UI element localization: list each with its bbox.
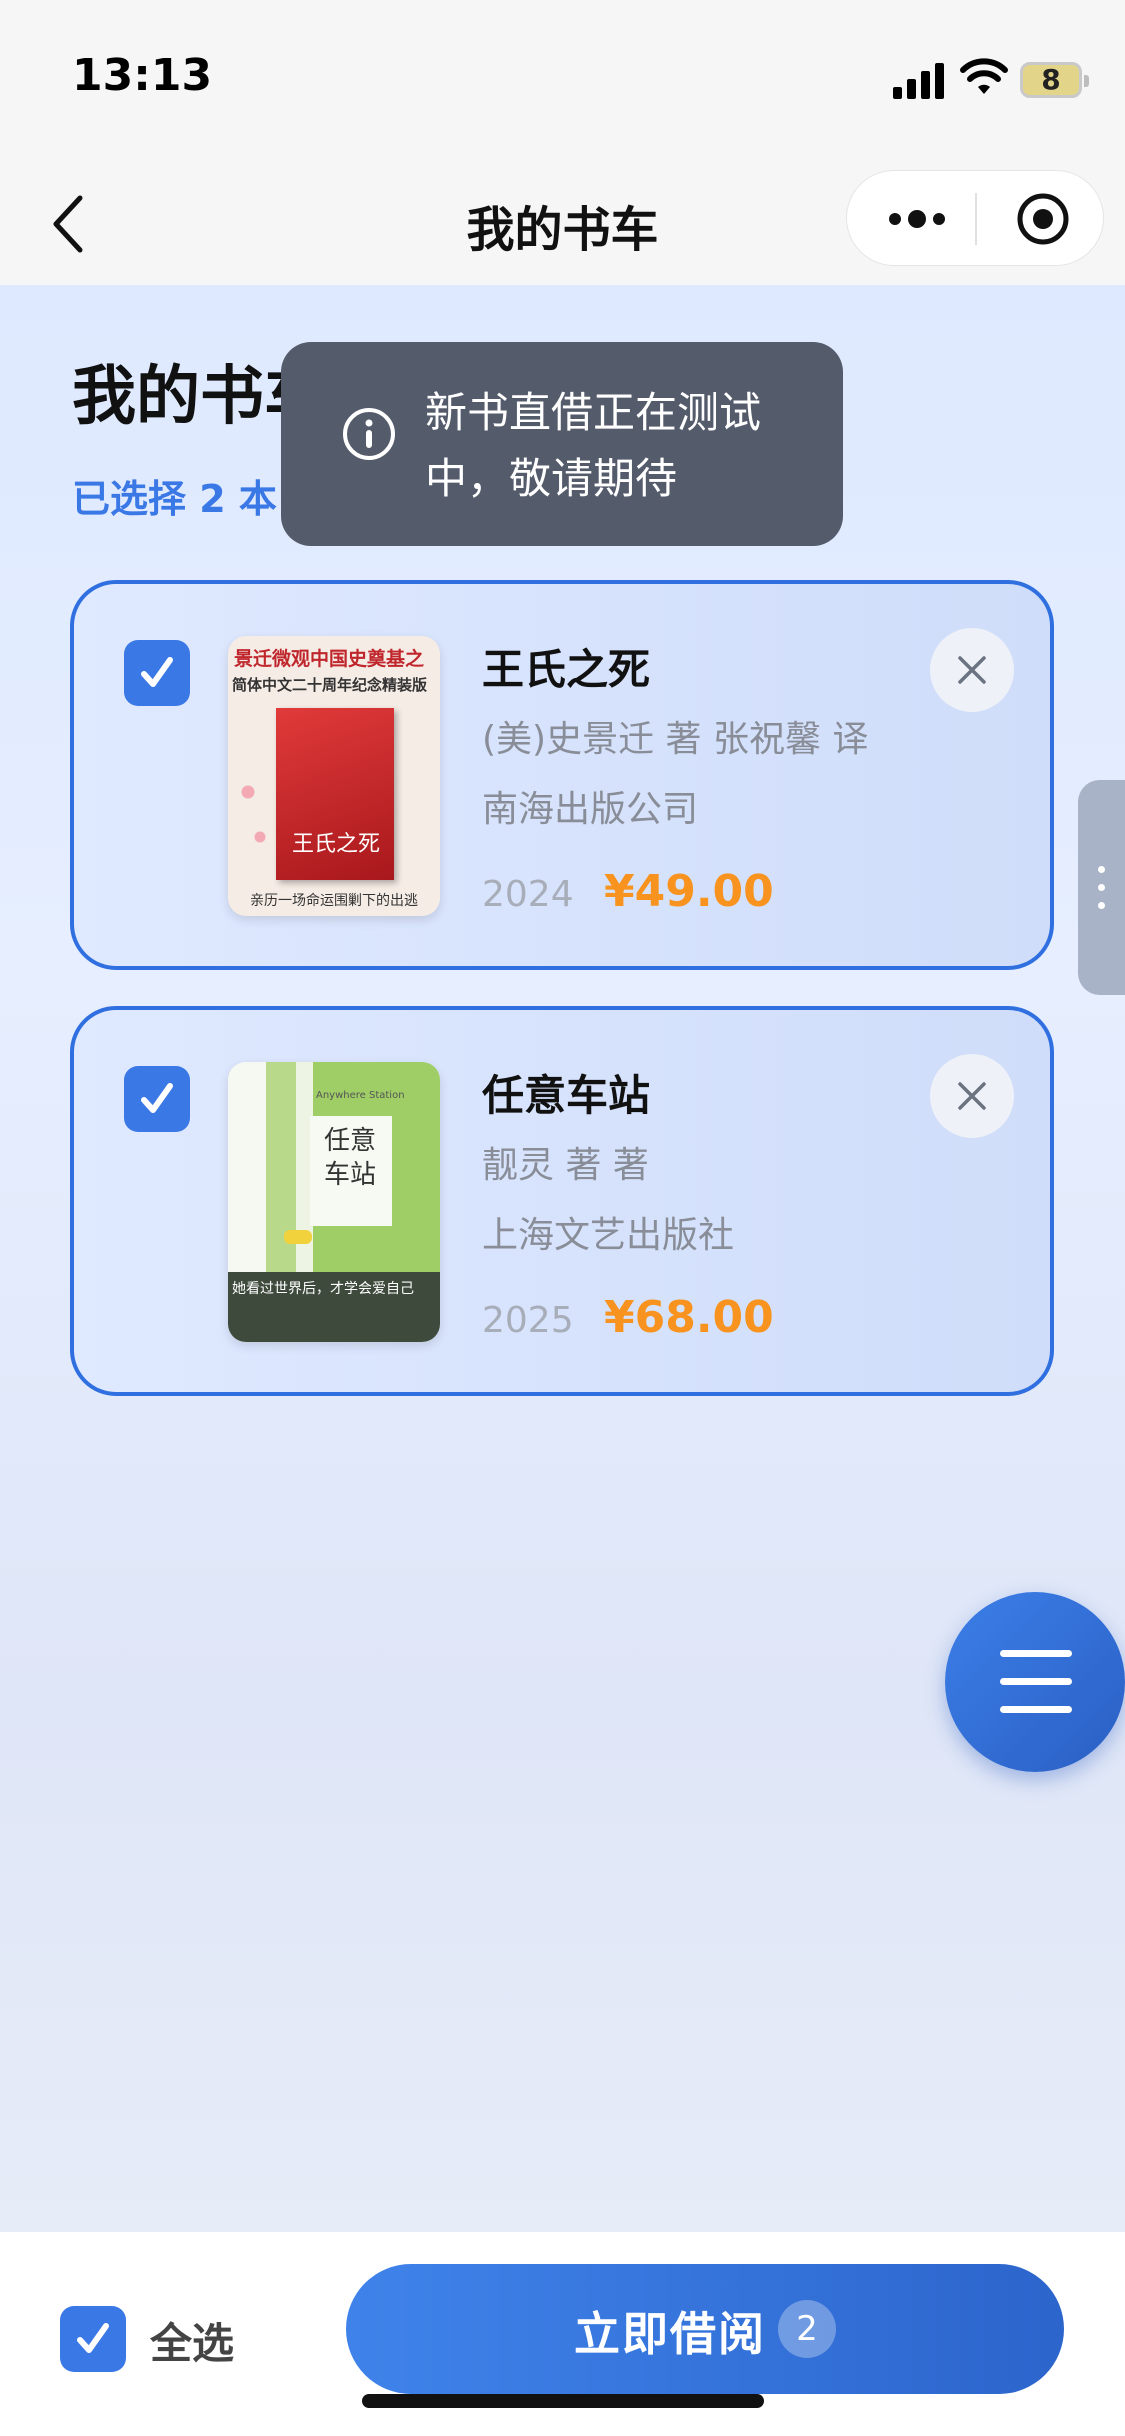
book-price: ¥49.00 [604, 866, 774, 917]
book-title: 任意车站 [482, 1071, 651, 1120]
status-bar: 13:13 8 [0, 0, 1125, 160]
status-time: 13:13 [72, 50, 213, 101]
borrow-now-button[interactable]: 立即借阅 2 [346, 2264, 1064, 2394]
book-cover: 任意车站 Anywhere Station 她看过世界后，才学会爱自己 [228, 1062, 440, 1342]
signal-icon [893, 63, 945, 99]
home-indicator [362, 2394, 764, 2408]
more-icon[interactable] [887, 205, 947, 233]
nav-bar: 我的书车 [0, 160, 1125, 285]
close-icon [958, 656, 986, 684]
book-publisher: 上海文艺出版社 [482, 1215, 735, 1256]
book-checkbox[interactable] [124, 640, 190, 706]
toast-text: 新书直借正在测试中，敬请期待 [425, 388, 762, 503]
selected-count: 已选择 2 本 [72, 477, 277, 521]
cover-line: 景迁微观中国史奠基之 [234, 648, 425, 670]
book-author: (美)史景迁 著 张祝馨 译 [482, 719, 869, 760]
check-icon [77, 2323, 109, 2353]
info-icon [343, 408, 395, 460]
close-icon [958, 1082, 986, 1110]
select-all-checkbox[interactable] [60, 2306, 126, 2372]
book-card[interactable]: 景迁微观中国史奠基之 简体中文二十周年纪念精装版 王氏之死 亲历一场命运围剿下的… [70, 580, 1054, 970]
book-card[interactable]: 任意车站 Anywhere Station 她看过世界后，才学会爱自己 任意车站… [70, 1006, 1054, 1396]
borrow-label: 立即借阅 [574, 2307, 766, 2361]
select-all-label[interactable]: 全选 [150, 2310, 234, 2371]
borrow-count-badge: 2 [778, 2300, 836, 2358]
mini-program-capsule [846, 170, 1104, 266]
book-price: ¥68.00 [604, 1292, 774, 1343]
side-drawer-handle[interactable] [1078, 780, 1125, 995]
capsule-divider [975, 193, 977, 245]
book-author: 靓灵 著 著 [482, 1145, 649, 1186]
wifi-icon [960, 58, 1008, 94]
toast: 新书直借正在测试中，敬请期待 [281, 342, 843, 546]
cover-name: 任意车站 [324, 1126, 377, 1190]
book-year: 2024 [482, 874, 574, 915]
cover-english-title: Anywhere Station [316, 1090, 405, 1101]
check-icon [141, 657, 173, 687]
book-year: 2025 [482, 1300, 574, 1341]
book-checkbox[interactable] [124, 1066, 190, 1132]
book-cover: 景迁微观中国史奠基之 简体中文二十周年纪念精装版 王氏之死 亲历一场命运围剿下的… [228, 636, 440, 916]
check-icon [141, 1083, 173, 1113]
close-mini-program-icon[interactable] [1015, 191, 1071, 247]
book-publisher: 南海出版公司 [482, 789, 699, 830]
cover-tagline: 亲历一场命运围剿下的出逃 [250, 893, 418, 909]
remove-button[interactable] [930, 628, 1014, 712]
remove-button[interactable] [930, 1054, 1014, 1138]
cover-tagline: 她看过世界后，才学会爱自己 [232, 1281, 414, 1297]
cover-name: 王氏之死 [292, 832, 381, 857]
battery-level: 8 [1041, 63, 1061, 96]
cover-subline: 简体中文二十周年纪念精装版 [232, 676, 428, 694]
battery-icon: 8 [1020, 62, 1089, 98]
menu-button[interactable] [945, 1592, 1125, 1772]
menu-icon [1000, 1650, 1072, 1657]
book-title: 王氏之死 [482, 645, 651, 694]
